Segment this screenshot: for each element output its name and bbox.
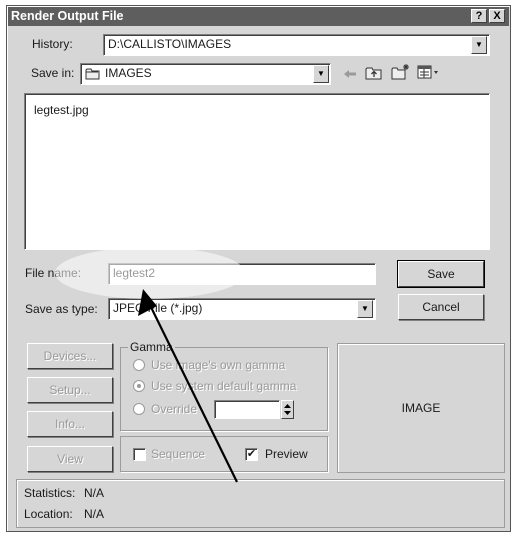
chevron-down-icon: ▼ [317, 69, 325, 78]
gamma-override-input[interactable] [214, 400, 280, 419]
image-preview-area: IMAGE [337, 343, 505, 473]
chevron-down-icon: ▼ [361, 304, 369, 313]
save-in-value: IMAGES [105, 66, 152, 80]
gamma-option-default-radio[interactable] [133, 380, 145, 392]
location-label: Location: [24, 507, 73, 521]
new-folder-icon[interactable] [391, 63, 410, 81]
gamma-option-own-label: Use image's own gamma [151, 358, 286, 372]
file-list[interactable] [24, 93, 490, 250]
close-icon: X [493, 10, 501, 22]
view-menu-icon[interactable] [417, 65, 441, 80]
gamma-override-spinner[interactable] [281, 400, 294, 419]
gamma-option-override-radio[interactable] [133, 403, 145, 415]
up-folder-icon[interactable] [365, 65, 383, 81]
save-as-type-dropdown[interactable]: JPEG File (*.jpg) [108, 298, 376, 320]
gamma-option-default-label: Use system default gamma [151, 379, 297, 393]
file-list-item[interactable]: legtest.jpg [34, 103, 89, 117]
save-as-type-value: JPEG File (*.jpg) [113, 301, 203, 315]
file-name-input[interactable]: legtest2 [108, 263, 376, 285]
location-value: N/A [84, 507, 105, 521]
sequence-label: Sequence [151, 447, 206, 461]
image-preview-text: IMAGE [401, 401, 441, 415]
folder-icon [85, 67, 101, 80]
gamma-option-override-label: Override [151, 402, 198, 416]
file-name-value: legtest2 [113, 266, 156, 280]
cancel-button[interactable]: Cancel [398, 294, 484, 320]
sequence-checkbox[interactable] [133, 448, 146, 461]
preview-checkbox[interactable]: ✔ [245, 448, 258, 461]
statistics-value: N/A [84, 486, 105, 500]
history-label: History: [32, 37, 73, 51]
save-as-type-label: Save as type: [25, 302, 98, 316]
devices-button[interactable]: Devices... [27, 343, 113, 369]
file-name-label: File name: [25, 266, 82, 280]
close-button[interactable]: X [489, 9, 505, 23]
history-value: D:\CALLISTO\IMAGES [108, 37, 232, 51]
save-button[interactable]: Save [397, 260, 485, 288]
gamma-group-title: Gamma [128, 340, 175, 354]
history-dropdown[interactable]: D:\CALLISTO\IMAGES [103, 34, 490, 56]
preview-label: Preview [265, 447, 308, 461]
back-arrow-icon[interactable] [342, 67, 358, 81]
save-in-label: Save in: [31, 66, 75, 80]
view-button[interactable]: View [27, 446, 113, 472]
help-icon: ? [475, 10, 483, 22]
help-button[interactable]: ? [471, 9, 487, 23]
save-as-type-dropdown-button[interactable]: ▼ [357, 300, 373, 318]
save-in-dropdown[interactable]: IMAGES [80, 63, 331, 85]
chevron-down-icon: ▼ [475, 40, 483, 49]
save-in-dropdown-button[interactable]: ▼ [313, 65, 329, 83]
window-title: Render Output File [11, 9, 124, 23]
info-button[interactable]: Info... [27, 411, 113, 437]
statistics-label: Statistics: [24, 486, 76, 500]
history-dropdown-button[interactable]: ▼ [471, 36, 487, 54]
setup-button[interactable]: Setup... [27, 377, 113, 403]
checkmark-icon: ✔ [246, 448, 257, 460]
gamma-option-own-radio[interactable] [133, 359, 145, 371]
title-bar: Render Output File [8, 7, 509, 26]
